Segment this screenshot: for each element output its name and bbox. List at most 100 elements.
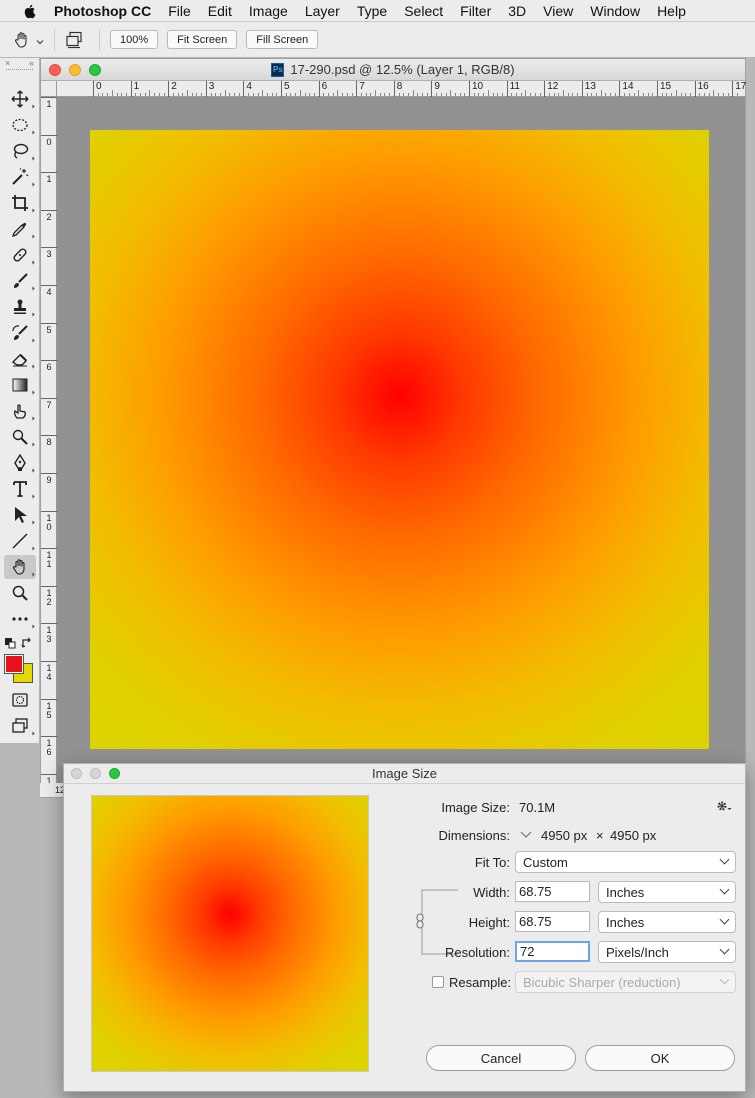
resample-checkbox[interactable] <box>432 976 444 988</box>
ruler-v-label: 9 <box>41 473 57 485</box>
menu-image[interactable]: Image <box>249 3 288 19</box>
resolution-input[interactable]: 72 <box>515 941 590 962</box>
default-colors-icon[interactable] <box>5 638 16 649</box>
screen-mode-button[interactable] <box>4 714 36 738</box>
brush-tool[interactable] <box>4 269 36 293</box>
document-title-text: 17-290.psd @ 12.5% (Layer 1, RGB/8) <box>290 62 515 77</box>
horizontal-ruler[interactable]: 0 1 2 3 4 5 6 7 8 9 10 11 12 13 14 15 16 17 <box>57 81 746 97</box>
image-size-value: 70.1M <box>519 800 556 815</box>
ruler-v-label: 10 <box>41 510 57 532</box>
document-title: Ps 17-290.psd @ 12.5% (Layer 1, RGB/8) <box>41 62 745 77</box>
type-tool[interactable] <box>4 477 36 501</box>
scroll-all-windows-icon[interactable] <box>65 31 85 49</box>
pen-tool[interactable] <box>4 451 36 475</box>
ruler-h-minor-tick <box>511 93 513 96</box>
ruler-h-minor-tick <box>163 93 165 96</box>
menu-help[interactable]: Help <box>657 3 686 19</box>
panel-grip[interactable] <box>6 69 33 71</box>
menu-layer[interactable]: Layer <box>305 3 340 19</box>
menu-edit[interactable]: Edit <box>208 3 232 19</box>
edit-toolbar-button[interactable] <box>4 607 36 631</box>
options-bar: 100% Fit Screen Fill Screen <box>0 22 755 58</box>
menu-app-name[interactable]: Photoshop CC <box>54 3 151 19</box>
lasso-tool[interactable] <box>4 139 36 163</box>
link-chain-icon[interactable] <box>415 913 425 929</box>
menu-filter[interactable]: Filter <box>460 3 491 19</box>
dimensions-unit-chevron-icon[interactable] <box>519 828 533 840</box>
cancel-button[interactable]: Cancel <box>426 1045 576 1071</box>
width-unit-select[interactable]: Inches <box>598 881 736 903</box>
dimensions-width: 4950 px <box>541 828 588 843</box>
image-preview[interactable] <box>91 795 369 1072</box>
menu-3d[interactable]: 3D <box>508 3 526 19</box>
ruler-h-minor-tick <box>718 93 720 96</box>
move-tool[interactable] <box>4 87 36 111</box>
vertical-ruler[interactable]: 10123456789101112131415161 <box>41 97 57 797</box>
dialog-title-bar[interactable]: Image Size <box>64 764 745 784</box>
height-input[interactable]: 68.75 <box>515 911 590 932</box>
smudge-tool[interactable] <box>4 399 36 423</box>
zoom-100-button[interactable]: 100% <box>110 30 159 49</box>
hand-tool[interactable] <box>4 555 36 579</box>
hand-tool-icon <box>14 31 27 48</box>
menu-file[interactable]: File <box>168 3 191 19</box>
resample-method-select[interactable]: Bicubic Sharper (reduction) <box>515 971 736 993</box>
menu-view[interactable]: View <box>543 3 573 19</box>
magic-wand-tool[interactable] <box>4 165 36 189</box>
document-title-bar[interactable]: Ps 17-290.psd @ 12.5% (Layer 1, RGB/8) <box>41 59 745 81</box>
pen-icon <box>14 454 26 471</box>
menu-select[interactable]: Select <box>404 3 443 19</box>
ruler-h-minor-tick <box>229 93 231 96</box>
dodge-icon <box>12 429 28 445</box>
healing-brush-tool[interactable] <box>4 243 36 267</box>
ruler-h-minor-tick <box>638 90 640 96</box>
ruler-h-minor-tick <box>548 93 550 96</box>
tool-preset-picker[interactable] <box>0 22 44 58</box>
ruler-v-label: 15 <box>41 698 57 720</box>
gradient-tool[interactable] <box>4 373 36 397</box>
eraser-tool[interactable] <box>4 347 36 371</box>
crop-tool[interactable] <box>4 191 36 215</box>
clone-stamp-tool[interactable] <box>4 295 36 319</box>
ruler-h-minor-tick <box>450 90 452 96</box>
eraser-icon <box>11 354 27 367</box>
zoom-tool[interactable] <box>4 581 36 605</box>
ruler-origin[interactable] <box>41 81 57 97</box>
ok-button[interactable]: OK <box>585 1045 735 1071</box>
ruler-h-minor-tick <box>154 93 156 96</box>
menu-window[interactable]: Window <box>590 3 640 19</box>
line-icon <box>12 533 28 549</box>
fit-screen-button[interactable]: Fit Screen <box>167 30 238 49</box>
ruler-h-minor-tick <box>97 93 99 96</box>
eyedropper-tool[interactable] <box>4 217 36 241</box>
foreground-color-swatch[interactable] <box>4 654 24 674</box>
ruler-h-minor-tick <box>727 93 729 96</box>
path-selection-tool[interactable] <box>4 503 36 527</box>
ruler-h-minor-tick <box>422 93 423 96</box>
line-tool[interactable] <box>4 529 36 553</box>
stamp-icon <box>14 299 26 314</box>
history-brush-tool[interactable] <box>4 321 36 345</box>
fill-screen-button[interactable]: Fill Screen <box>246 30 319 49</box>
width-input[interactable]: 68.75 <box>515 881 590 902</box>
ruler-h-minor-tick <box>624 93 626 96</box>
marquee-tool[interactable] <box>4 113 36 137</box>
quick-mask-button[interactable] <box>4 688 36 712</box>
ruler-h-minor-tick <box>586 93 588 96</box>
swap-colors-icon[interactable] <box>21 637 33 649</box>
chevron-down-icon <box>719 884 730 895</box>
ruler-h-minor-tick <box>577 93 579 96</box>
height-unit-select[interactable]: Inches <box>598 911 736 933</box>
menu-type[interactable]: Type <box>357 3 387 19</box>
ruler-h-minor-tick <box>628 93 630 96</box>
dodge-tool[interactable] <box>4 425 36 449</box>
ruler-h-minor-tick <box>736 93 738 96</box>
gear-icon[interactable] <box>716 799 732 813</box>
fit-to-select[interactable]: Custom <box>515 851 736 873</box>
ruler-h-minor-tick <box>567 93 569 96</box>
apple-icon[interactable] <box>22 3 38 19</box>
ruler-h-minor-tick <box>304 93 306 96</box>
image-canvas[interactable] <box>90 130 709 749</box>
resolution-unit-select[interactable]: Pixels/Inch <box>598 941 736 963</box>
ruler-h-minor-tick <box>652 93 654 96</box>
